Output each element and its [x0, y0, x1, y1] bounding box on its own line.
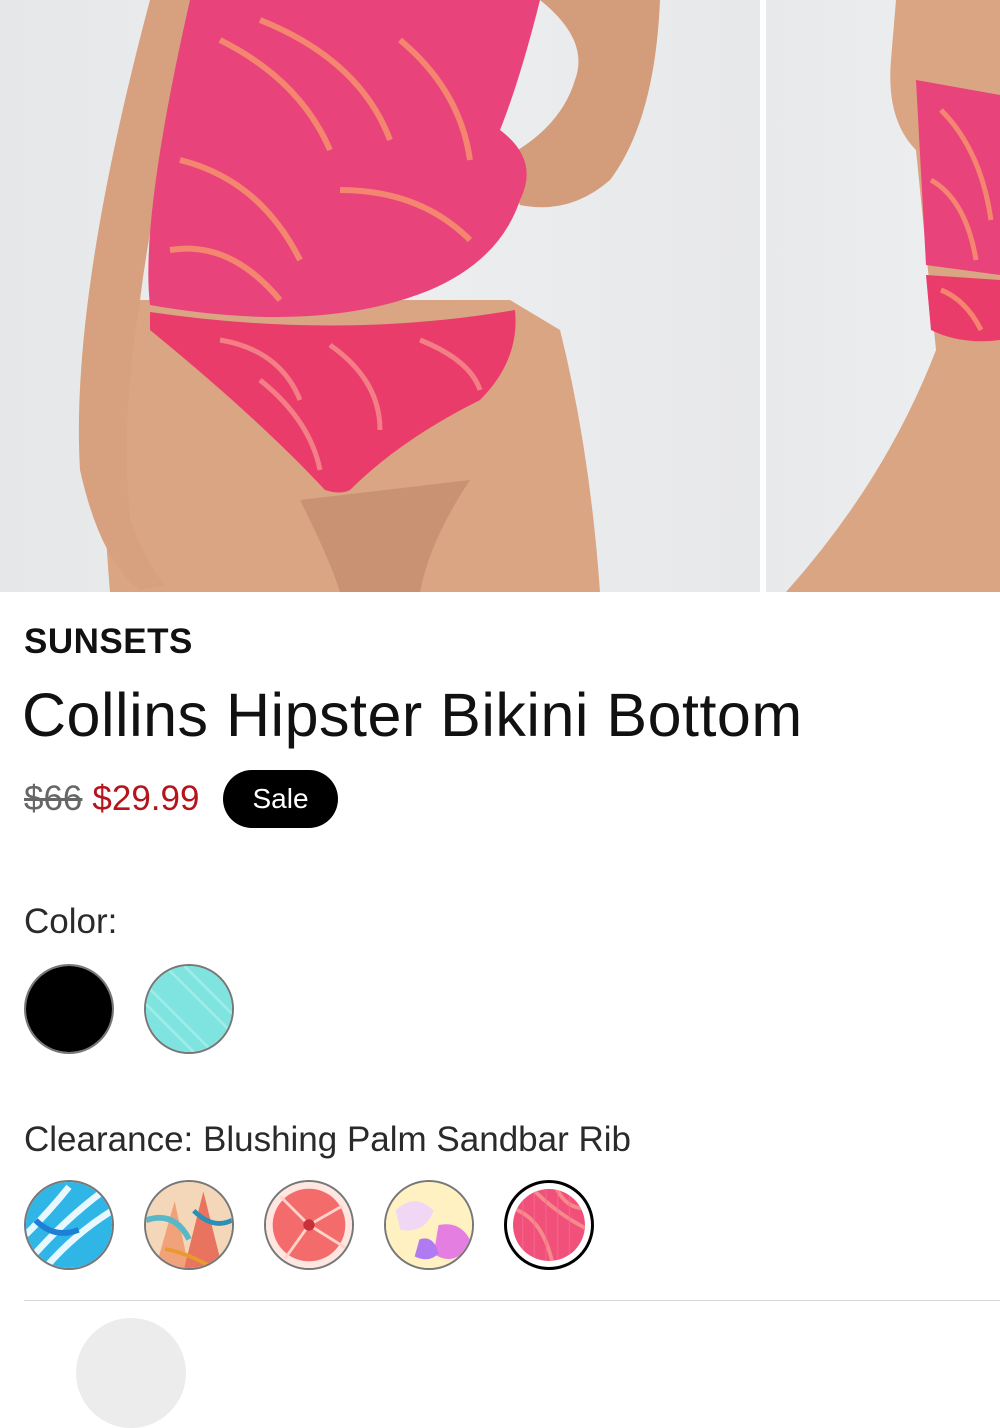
color-label: Color: — [24, 902, 118, 941]
price-row: $66 $29.99 Sale — [24, 770, 338, 828]
section-divider — [24, 1300, 1000, 1301]
floating-action-button[interactable] — [76, 1318, 186, 1428]
coral-print-swatch[interactable] — [144, 1180, 234, 1270]
model-photo-2 — [786, 0, 1000, 592]
blue-print-swatch[interactable] — [24, 1180, 114, 1270]
clearance-swatches — [24, 1180, 594, 1270]
aqua-swatch[interactable] — [144, 964, 234, 1054]
product-image-gallery[interactable] — [0, 0, 1000, 592]
sale-price: $29.99 — [92, 779, 200, 818]
black-swatch[interactable] — [24, 964, 114, 1054]
pink-palm-swatch[interactable] — [504, 1180, 594, 1270]
product-image-next[interactable] — [766, 0, 1000, 592]
brand-name[interactable]: SUNSETS — [24, 622, 193, 662]
original-price: $66 — [24, 779, 83, 818]
red-floral-swatch[interactable] — [264, 1180, 354, 1270]
product-image-main[interactable] — [0, 0, 760, 592]
yellow-floral-swatch[interactable] — [384, 1180, 474, 1270]
color-swatches — [24, 964, 234, 1054]
model-photo — [78, 0, 660, 592]
product-title: Collins Hipster Bikini Bottom — [22, 681, 803, 749]
clearance-label: Clearance: Blushing Palm Sandbar Rib — [24, 1120, 631, 1159]
sale-badge: Sale — [223, 770, 338, 828]
